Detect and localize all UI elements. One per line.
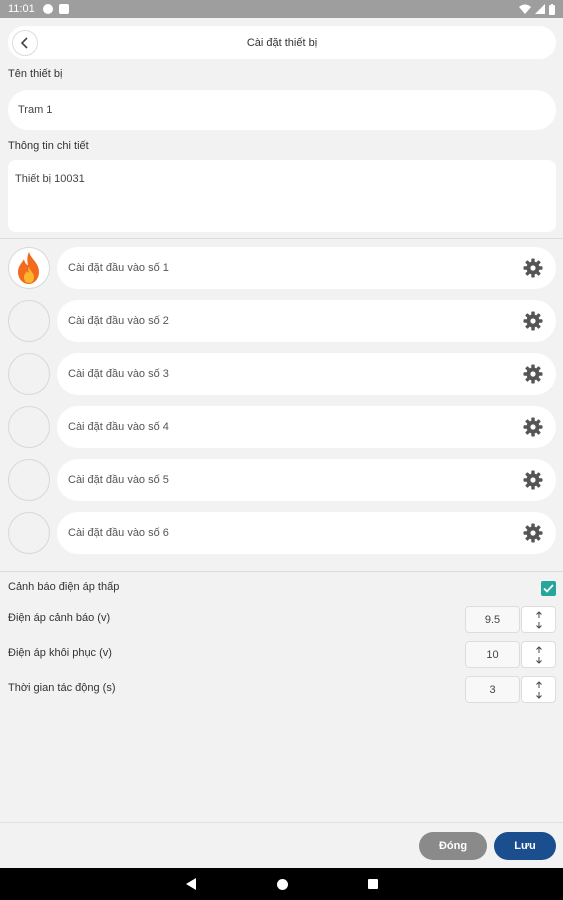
recovery-voltage-stepper[interactable]: [521, 641, 556, 668]
header-bar: Cài đặt thiết bị: [8, 26, 556, 59]
input-1-setting[interactable]: Cài đặt đầu vào số 1: [57, 247, 556, 289]
signal-icon: [535, 4, 545, 14]
input-row-6: Cài đặt đầu vào số 6: [8, 512, 556, 554]
device-name-label: Tên thiết bị: [8, 68, 63, 80]
input-5-setting[interactable]: Cài đặt đầu vào số 5: [57, 459, 556, 501]
input-2-status[interactable]: [8, 300, 50, 342]
divider: [0, 571, 563, 572]
wifi-icon: [519, 4, 531, 14]
input-2-setting[interactable]: Cài đặt đầu vào số 2: [57, 300, 556, 342]
input-6-setting[interactable]: Cài đặt đầu vào số 6: [57, 512, 556, 554]
gear-icon[interactable]: [522, 416, 544, 438]
input-4-setting[interactable]: Cài đặt đầu vào số 4: [57, 406, 556, 448]
input-5-status[interactable]: [8, 459, 50, 501]
close-button[interactable]: Đóng: [419, 832, 487, 860]
gear-icon[interactable]: [522, 363, 544, 385]
input-row-4: Cài đặt đầu vào số 4: [8, 406, 556, 448]
page-title: Cài đặt thiết bị: [246, 36, 318, 49]
divider: [0, 238, 563, 239]
input-label: Cài đặt đầu vào số 1: [68, 262, 169, 274]
status-icons: [519, 3, 555, 15]
gear-icon[interactable]: [522, 469, 544, 491]
device-name-input[interactable]: Tram 1: [8, 90, 556, 130]
warning-voltage-stepper[interactable]: [521, 606, 556, 633]
home-circle-icon[interactable]: [276, 878, 288, 890]
input-1-status[interactable]: [8, 247, 50, 289]
status-time: 11:01: [8, 3, 35, 15]
notification-icon: [58, 4, 69, 14]
details-textarea[interactable]: Thiết bị 10031: [8, 160, 556, 232]
footer-bar: Đóng Lưu: [0, 822, 563, 868]
back-triangle-icon[interactable]: [185, 878, 197, 890]
save-button[interactable]: Lưu: [494, 832, 556, 860]
input-3-status[interactable]: [8, 353, 50, 395]
notification-icon: [42, 4, 53, 14]
warning-voltage-input[interactable]: 9.5: [465, 606, 520, 633]
system-nav-bar: [0, 868, 563, 900]
recovery-voltage-label: Điện áp khôi phục (v): [8, 647, 112, 659]
input-label: Cài đặt đầu vào số 3: [68, 368, 169, 380]
input-label: Cài đặt đầu vào số 4: [68, 421, 169, 433]
chevron-left-icon: [20, 37, 28, 49]
input-6-status[interactable]: [8, 512, 50, 554]
up-down-arrows-icon: [535, 610, 542, 629]
input-row-3: Cài đặt đầu vào số 3: [8, 353, 556, 395]
input-row-2: Cài đặt đầu vào số 2: [8, 300, 556, 342]
check-icon: [543, 584, 554, 593]
fire-icon: [18, 252, 39, 284]
action-time-input[interactable]: 3: [465, 676, 520, 703]
input-label: Cài đặt đầu vào số 2: [68, 315, 169, 327]
recents-square-icon[interactable]: [367, 879, 378, 889]
input-4-status[interactable]: [8, 406, 50, 448]
warning-voltage-label: Điện áp cảnh báo (v): [8, 612, 111, 624]
up-down-arrows-icon: [535, 645, 542, 664]
low-voltage-label: Cảnh báo điện áp thấp: [8, 581, 120, 593]
battery-icon: [549, 3, 555, 15]
gear-icon[interactable]: [522, 310, 544, 332]
action-time-label: Thời gian tác động (s): [8, 682, 116, 694]
back-button[interactable]: [12, 30, 38, 56]
gear-icon[interactable]: [522, 257, 544, 279]
input-3-setting[interactable]: Cài đặt đầu vào số 3: [57, 353, 556, 395]
details-label: Thông tin chi tiết: [8, 140, 89, 152]
input-row-5: Cài đặt đầu vào số 5: [8, 459, 556, 501]
status-bar: 11:01: [0, 0, 563, 18]
input-label: Cài đặt đầu vào số 5: [68, 474, 169, 486]
input-label: Cài đặt đầu vào số 6: [68, 527, 169, 539]
input-row-1: Cài đặt đầu vào số 1: [8, 247, 556, 289]
recovery-voltage-input[interactable]: 10: [465, 641, 520, 668]
action-time-stepper[interactable]: [521, 676, 556, 703]
low-voltage-checkbox[interactable]: [541, 581, 556, 596]
gear-icon[interactable]: [522, 522, 544, 544]
up-down-arrows-icon: [535, 680, 542, 699]
